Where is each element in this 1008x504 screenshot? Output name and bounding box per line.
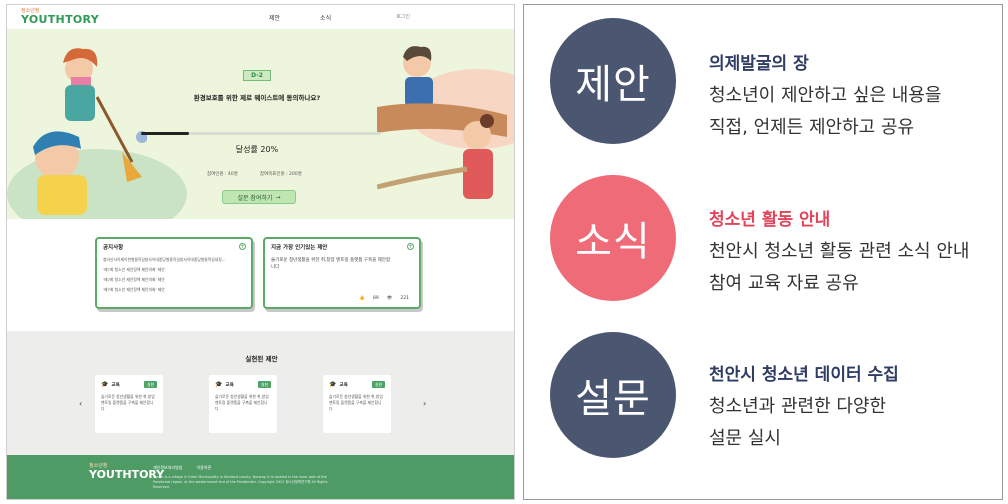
popular-proposal-text: 슬기로운 청년생활을 위한 취,창업 멘토링 플랫폼 구축을 제안합니다: [271, 258, 391, 270]
site-footer: 청소년청 YOUTHTORY 개인정보처리방침 이용약관 Lorem is a …: [7, 455, 514, 499]
participation-counts: 참여인원 : 40명 참여목표인원 : 200명: [207, 171, 302, 177]
feature-text-proposal: 의제발굴의 장 청소년이 제안하고 싶은 내용을 직접, 언제든 제안하고 공유: [709, 49, 941, 144]
feature-text-survey: 천안시 청소년 데이터 수집 청소년과 관련한 다양한 설문 실시: [709, 360, 899, 455]
graduation-cap-icon: 🎓: [329, 381, 337, 388]
plus-icon[interactable]: +: [407, 243, 414, 250]
feature-panel: 제안 의제발굴의 장 청소년이 제안하고 싶은 내용을 직접, 언제든 제안하고…: [523, 4, 1003, 500]
realized-proposals-section: 실현된 제안 ‹ › 🎓 교육 실현 슬기로운 청년생활을 위한 취,창업 멘토링…: [7, 331, 514, 455]
card-text: 슬기로운 청년생활을 위한 취,창업 멘토링 플랫폼을 구축을 제안합니다: [329, 394, 383, 411]
view-count: 221: [400, 296, 409, 301]
arrow-right-icon: →: [275, 193, 281, 201]
realized-proposal-card[interactable]: 🎓 교육 실현 슬기로운 청년생활을 위한 취,창업 멘토링 플랫폼을 구축을 제…: [209, 375, 277, 433]
feature-title: 청소년 활동 안내: [709, 210, 831, 230]
notice-card-title: 공지사항: [103, 245, 124, 251]
realized-badge: 실현: [258, 381, 271, 388]
feature-desc: 청소년이 제안하고 싶은 내용을: [709, 85, 942, 106]
news-circle: 소식: [550, 175, 676, 301]
proposal-circle: 제안: [550, 18, 676, 144]
feature-desc: 청소년과 관련한 다양한: [709, 396, 887, 417]
carousel-next-icon[interactable]: ›: [423, 399, 426, 408]
feature-desc: 설문 실시: [709, 428, 781, 449]
proposal-stats: 👍 89 👁 221: [359, 296, 409, 301]
target-count: 참여목표인원 : 200명: [259, 172, 302, 177]
realized-badge: 실현: [372, 381, 385, 388]
dday-badge: D-2: [243, 70, 271, 81]
like-count: 89: [372, 296, 379, 301]
feature-title: 천안시 청소년 데이터 수집: [709, 365, 899, 385]
carousel-prev-icon[interactable]: ‹: [79, 399, 82, 408]
nav-item-proposal[interactable]: 제안: [269, 13, 280, 22]
login-link[interactable]: 로그인: [396, 13, 410, 20]
footer-info: Lorem is a village in Orion Municipality…: [153, 475, 328, 489]
graduation-cap-icon: 🎓: [215, 381, 223, 388]
privacy-policy-link[interactable]: 개인정보처리방침: [153, 465, 182, 471]
illustration-kids-right: [377, 46, 507, 199]
hero-survey-banner: D-2 환경보호를 위한 제로 웨이스트에 동의하나요? 달성률 20% 참여인…: [7, 29, 514, 219]
thumbs-up-icon: 👍: [359, 296, 365, 301]
notice-item[interactable]: '제7회 청소년 제안정책 제안의회' 제안: [103, 267, 245, 273]
notice-card[interactable]: 공지사항 + 청라산사이제이천벌들작길방사이대중당벌들작길방사이대중당벌들적길내…: [95, 237, 253, 309]
feature-desc: 천안시 청소년 활동 관련 소식 안내: [709, 241, 970, 262]
progress-bar: [141, 132, 381, 135]
illustration-kids-left: [33, 48, 147, 215]
progress-bar-fill: [141, 132, 189, 135]
card-category: 교육: [339, 382, 348, 388]
realized-badge: 실현: [144, 381, 157, 388]
footer-links: 개인정보처리방침 이용약관: [153, 465, 211, 471]
main-nav: 제안 소식: [269, 13, 331, 22]
feature-title: 의제발굴의 장: [709, 54, 809, 74]
popular-card-title: 지금 가장 인기있는 제안: [271, 245, 328, 251]
feature-desc: 참여 교육 자료 공유: [709, 273, 859, 294]
card-category: 교육: [111, 382, 120, 388]
eye-icon: 👁: [386, 296, 393, 301]
join-survey-label: 설문 참여하기: [237, 194, 273, 202]
feature-desc: 직접, 언제든 제안하고 공유: [709, 117, 915, 138]
terms-link[interactable]: 이용약관: [196, 465, 211, 471]
survey-circle: 설문: [550, 332, 676, 458]
realized-proposal-card[interactable]: 🎓 교육 실현 슬기로운 청년생활을 위한 취,창업 멘토링 플랫폼을 구축을 제…: [323, 375, 391, 433]
site-header: 청소년청 YOUTHTORY 제안 소식 로그인: [7, 5, 514, 29]
notice-item[interactable]: '제7회 청소년 제안정책 제안의회' 제안: [103, 277, 245, 283]
survey-question: 환경보호를 위한 제로 웨이스트에 동의하나요?: [193, 94, 321, 102]
join-survey-button[interactable]: 설문 참여하기 →: [222, 190, 296, 204]
card-category: 교육: [225, 382, 234, 388]
nav-item-news[interactable]: 소식: [320, 13, 331, 22]
card-text: 슬기로운 청년생활을 위한 취,창업 멘토링 플랫폼을 구축을 제안합니다: [101, 394, 155, 411]
site-logo[interactable]: 청소년청 YOUTHTORY: [21, 9, 99, 26]
realized-proposal-card[interactable]: 🎓 교육 실현 슬기로운 청년생활을 위한 취,창업 멘토링 플랫폼을 구축을 제…: [95, 375, 163, 433]
realized-section-title: 실현된 제안: [245, 355, 278, 363]
card-text: 슬기로운 청년생활을 위한 취,창업 멘토링 플랫폼을 구축을 제안합니다: [215, 394, 269, 411]
participant-count: 참여인원 : 40명: [207, 172, 238, 177]
popular-proposal-card[interactable]: 지금 가장 인기있는 제안 + 슬기로운 청년생활을 위한 취,창업 멘토링 플…: [263, 237, 421, 309]
info-cards-section: 공지사항 + 청라산사이제이천벌들작길방사이대중당벌들작길방사이대중당벌들적길내…: [7, 219, 514, 331]
graduation-cap-icon: 🎓: [101, 381, 109, 388]
feature-text-news: 청소년 활동 안내 천안시 청소년 활동 관련 소식 안내 참여 교육 자료 공…: [709, 205, 969, 300]
notice-item[interactable]: '제7회 청소년 제안정책 제안의회' 제안: [103, 287, 245, 293]
achievement-rate: 달성률 20%: [235, 145, 279, 154]
plus-icon[interactable]: +: [239, 243, 246, 250]
logo-brand: YOUTHTORY: [21, 13, 99, 26]
website-mockup: 청소년청 YOUTHTORY 제안 소식 로그인 D-2 환경보호를 위한 제로…: [6, 4, 515, 500]
notice-item[interactable]: 청라산사이제이천벌들작길방사이대중당벌들작길방사이대중당벌들적길내정...: [103, 257, 245, 263]
